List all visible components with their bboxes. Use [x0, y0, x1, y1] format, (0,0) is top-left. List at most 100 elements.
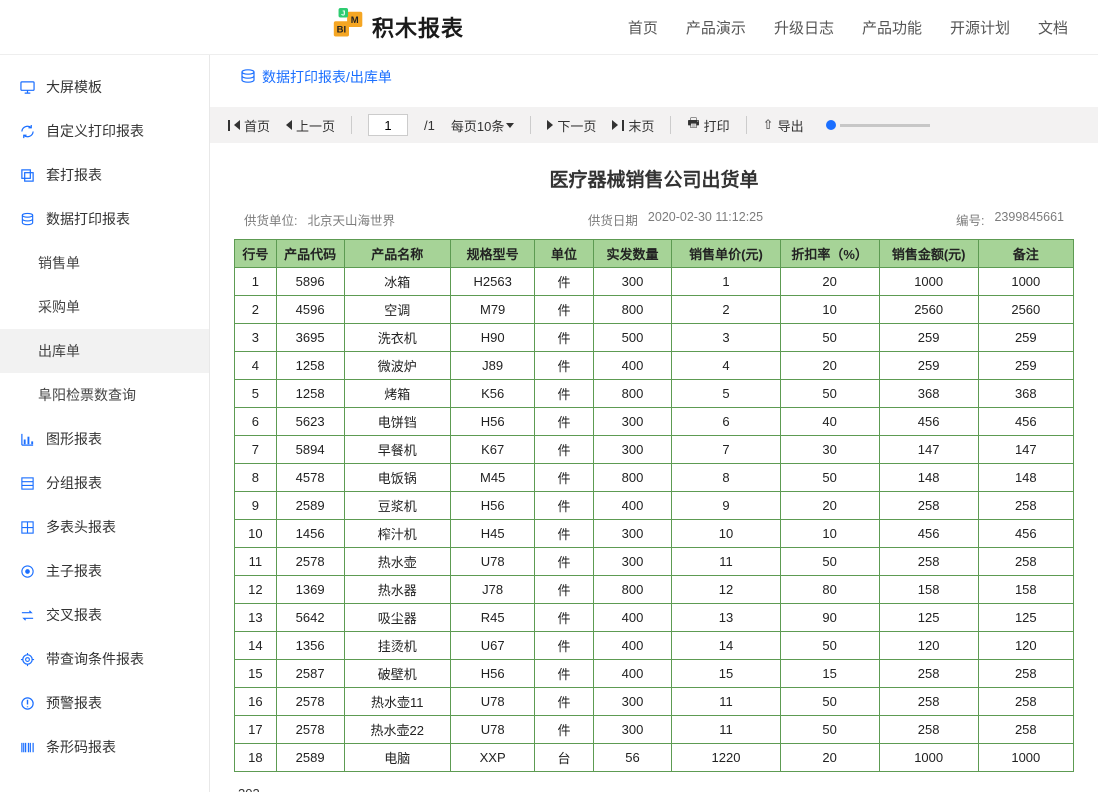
sidebar-item-label: 多表头报表: [46, 517, 116, 537]
sidebar-item[interactable]: 主子报表: [0, 549, 209, 593]
triangle-right-icon: [612, 120, 618, 130]
table-cell: 12: [672, 576, 780, 604]
table-cell: 456: [879, 520, 978, 548]
table-cell: 258: [879, 492, 978, 520]
table-cell: 1000: [879, 744, 978, 772]
sidebar-item-label: 出库单: [38, 341, 80, 361]
table-cell: 1456: [276, 520, 344, 548]
table-cell: 50: [780, 324, 879, 352]
sidebar-item[interactable]: 带查询条件报表: [0, 637, 209, 681]
sidebar-item[interactable]: 自定义打印报表: [0, 109, 209, 153]
top-nav: BIMJ 积木报表 首页 产品演示 升级日志 产品功能 开源计划 文档: [0, 0, 1098, 55]
barcode-icon: [18, 740, 36, 755]
grid-icon: [18, 520, 36, 535]
sidebar-item[interactable]: 大屏模板: [0, 65, 209, 109]
table-cell: 300: [593, 548, 672, 576]
table-cell: H90: [451, 324, 535, 352]
sidebar-item[interactable]: 套打报表: [0, 153, 209, 197]
breadcrumb: 数据打印报表/出库单: [210, 55, 1098, 99]
nav-link[interactable]: 开源计划: [950, 17, 1010, 38]
table-cell: 258: [879, 548, 978, 576]
sidebar-item[interactable]: 采购单: [0, 285, 209, 329]
table-cell: U78: [451, 716, 535, 744]
last-page-button[interactable]: 末页: [612, 116, 654, 135]
table-cell: 300: [593, 520, 672, 548]
table-cell: K67: [451, 436, 535, 464]
sidebar-item[interactable]: 数据打印报表: [0, 197, 209, 241]
sidebar-item-label: 图形报表: [46, 429, 102, 449]
table-cell: 800: [593, 296, 672, 324]
table-cell: 5894: [276, 436, 344, 464]
table-cell: 台: [535, 744, 593, 772]
table-cell: 1369: [276, 576, 344, 604]
nav-link[interactable]: 产品功能: [862, 17, 922, 38]
table-cell: 4578: [276, 464, 344, 492]
sidebar-item[interactable]: 多表头报表: [0, 505, 209, 549]
logo[interactable]: BIMJ 积木报表: [330, 8, 464, 46]
table-cell: 148: [879, 464, 978, 492]
table-cell: 50: [780, 688, 879, 716]
sidebar-item[interactable]: 销售单: [0, 241, 209, 285]
table-cell: 148: [978, 464, 1073, 492]
table-cell: 2: [235, 296, 277, 324]
triangle-left-icon: [234, 120, 240, 130]
sidebar-item[interactable]: 条形码报表: [0, 725, 209, 769]
table-row: 65623电饼铛H56件300640456456: [235, 408, 1074, 436]
nav-link[interactable]: 产品演示: [686, 17, 746, 38]
sidebar-item[interactable]: 阜阳检票数查询: [0, 373, 209, 417]
sidebar-item-label: 主子报表: [46, 561, 102, 581]
table-row: 135642吸尘器R45件4001390125125: [235, 604, 1074, 632]
table-cell: 800: [593, 464, 672, 492]
nav-link[interactable]: 升级日志: [774, 17, 834, 38]
table-cell: R45: [451, 604, 535, 632]
nav-link[interactable]: 首页: [628, 17, 658, 38]
sidebar-item[interactable]: 预警报表: [0, 681, 209, 725]
table-cell: 件: [535, 604, 593, 632]
table-cell: 259: [879, 352, 978, 380]
table-cell: 800: [593, 576, 672, 604]
next-page-button[interactable]: 下一页: [547, 116, 596, 135]
layers-icon: [18, 168, 36, 183]
table-cell: 6: [672, 408, 780, 436]
sidebar-item[interactable]: 交叉报表: [0, 593, 209, 637]
table-cell: 11: [672, 548, 780, 576]
sidebar-item[interactable]: 图形报表: [0, 417, 209, 461]
table-row: 162578热水壶11U78件3001150258258: [235, 688, 1074, 716]
table-cell: 18: [235, 744, 277, 772]
table-cell: 400: [593, 352, 672, 380]
table-cell: 456: [879, 408, 978, 436]
table-header-cell: 实发数量: [593, 240, 672, 268]
table-cell: 3: [672, 324, 780, 352]
table-cell: 258: [978, 660, 1073, 688]
table-cell: 13: [235, 604, 277, 632]
nav-link[interactable]: 文档: [1038, 17, 1068, 38]
footer-number: 202: [210, 772, 1098, 792]
svg-text:M: M: [351, 15, 359, 26]
page-input[interactable]: [368, 114, 408, 136]
table-cell: 1258: [276, 352, 344, 380]
prev-page-button[interactable]: 上一页: [286, 116, 335, 135]
table-cell: 147: [879, 436, 978, 464]
report-meta: 供货单位:北京天山海世界 供货日期2020-02-30 11:12:25 编号:…: [210, 210, 1098, 239]
zoom-slider[interactable]: [826, 120, 930, 130]
table-cell: 368: [978, 380, 1073, 408]
per-page-select[interactable]: 每页10条: [451, 116, 514, 135]
sidebar-item[interactable]: 分组报表: [0, 461, 209, 505]
table-cell: 147: [978, 436, 1073, 464]
export-button[interactable]: ⇧ 导出: [763, 116, 804, 135]
first-page-button[interactable]: 首页: [228, 116, 270, 135]
table-cell: 件: [535, 716, 593, 744]
toolbar: 首页 上一页 /1 每页10条 下一页 末页 🖶 打印 ⇧ 导出: [210, 107, 1098, 143]
table-cell: 9: [235, 492, 277, 520]
sidebar-item-label: 分组报表: [46, 473, 102, 493]
table-cell: 破壁机: [344, 660, 451, 688]
table-cell: 件: [535, 268, 593, 296]
search-icon: [18, 652, 36, 667]
table-cell: 8: [672, 464, 780, 492]
svg-text:J: J: [341, 9, 345, 18]
table-header-cell: 产品代码: [276, 240, 344, 268]
sidebar-item[interactable]: 出库单: [0, 329, 209, 373]
table-cell: 300: [593, 716, 672, 744]
print-button[interactable]: 🖶 打印: [687, 114, 729, 136]
data-table: 行号产品代码产品名称规格型号单位实发数量销售单价(元)折扣率（%）销售金额(元)…: [234, 239, 1074, 772]
